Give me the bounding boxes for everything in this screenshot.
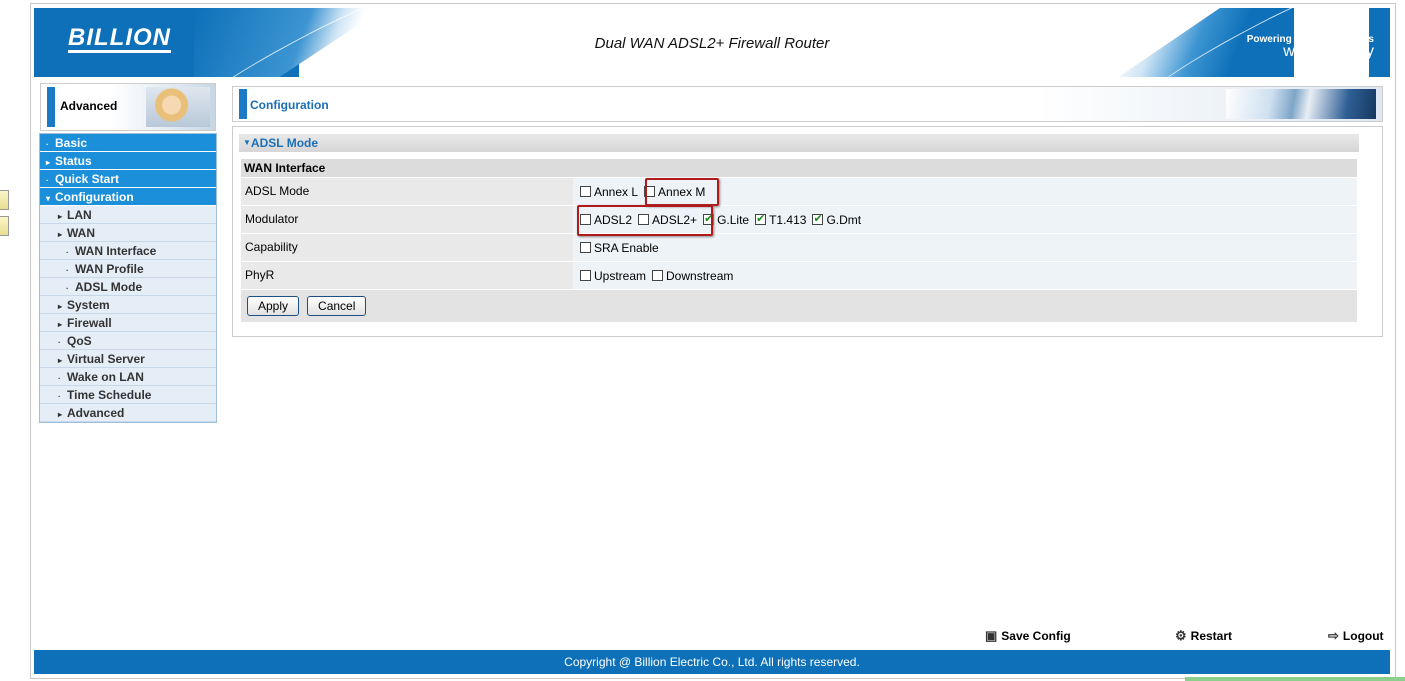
annex-m-highlight <box>645 178 719 206</box>
row-label: Capability <box>241 234 573 261</box>
apply-button[interactable]: Apply <box>247 296 300 316</box>
option-g-dmt[interactable]: G.Dmt <box>812 212 862 227</box>
save-config-link[interactable]: ▣ Save Config <box>985 628 1071 644</box>
sidebar-item-time-schedule[interactable]: · Time Schedule <box>40 386 216 404</box>
capability-options: SRA Enable <box>573 234 1357 261</box>
checkbox[interactable] <box>580 186 591 197</box>
row-label: Modulator <box>241 206 573 233</box>
adsl2-highlight <box>577 205 713 236</box>
collapsed-arrow-icon: ▸ <box>58 410 63 419</box>
page-header: Configuration <box>232 86 1383 122</box>
row-label: PhyR <box>241 262 573 289</box>
sidebar-item-configuration[interactable]: ▾ Configuration <box>40 188 216 206</box>
sidebar-item-label: WAN Interface <box>75 244 157 258</box>
row-label: ADSL Mode <box>241 178 573 205</box>
sidebar-item-label: Configuration <box>55 190 134 204</box>
expanded-arrow-icon: ▾ <box>46 194 51 203</box>
checkbox[interactable] <box>652 270 664 281</box>
top-banner: BILLION Dual WAN ADSL2+ Firewall Router … <box>34 8 1390 77</box>
row-phyr: PhyR Upstream Downstream <box>241 262 1357 290</box>
sidebar-item-label: ADSL Mode <box>75 280 143 294</box>
adsl-mode-table: WAN Interface ADSL Mode Annex L Annex M M… <box>241 159 1357 322</box>
taskbar-strip <box>1185 677 1405 681</box>
restart-icon: ⚙ <box>1175 628 1187 643</box>
option-sra-enable[interactable]: SRA Enable <box>580 241 659 255</box>
sidebar-item-label: Quick Start <box>55 172 120 186</box>
header-photo <box>1226 89 1376 119</box>
sidebar-item-label: Firewall <box>67 316 112 330</box>
sidebar-nav: · Basic ▸ Status · Quick Start ▾ Configuration ▸… <box>39 133 217 423</box>
sidebar-item-virtual-server[interactable]: ▸ Virtual Server <box>40 350 216 368</box>
slogan: Powering communications with Security <box>1246 34 1374 60</box>
cancel-button[interactable]: Cancel <box>307 296 367 316</box>
banner-photo <box>146 87 210 127</box>
side-tab-icon[interactable] <box>0 190 10 236</box>
sidebar-item-advanced[interactable]: ▸ Advanced <box>40 404 216 422</box>
option-label: SRA Enable <box>594 240 659 255</box>
option-label: G.Lite <box>717 212 750 227</box>
sidebar-item-label: System <box>67 298 110 312</box>
router-title: Dual WAN ADSL2+ Firewall Router <box>594 35 830 52</box>
sidebar-item-qos[interactable]: · QoS <box>40 332 216 350</box>
section-title[interactable]: ▼ADSL Mode <box>239 134 1359 152</box>
sidebar-item-wan-profile[interactable]: · WAN Profile <box>40 260 216 278</box>
sidebar-item-wan[interactable]: ▸ WAN <box>40 224 216 242</box>
row-adsl-mode: ADSL Mode Annex L Annex M <box>241 178 1357 206</box>
row-capability: Capability SRA Enable <box>241 234 1357 262</box>
sidebar-item-label: Time Schedule <box>67 388 152 402</box>
option-label: T1.413 <box>769 212 807 227</box>
sidebar-item-quick-start[interactable]: · Quick Start <box>40 170 216 188</box>
sidebar-item-label: Basic <box>55 136 88 150</box>
option-annex-l[interactable]: Annex L <box>580 185 638 199</box>
mode-label: Advanced <box>60 99 118 113</box>
sidebar-item-wan-interface[interactable]: · WAN Interface <box>40 242 216 260</box>
sidebar-item-lan[interactable]: ▸ LAN <box>40 206 216 224</box>
checkbox[interactable] <box>812 212 824 225</box>
sidebar-item-wake-on-lan[interactable]: · Wake on LAN <box>40 368 216 386</box>
sidebar-item-status[interactable]: ▸ Status <box>40 152 216 170</box>
copyright-footer: Copyright @ Billion Electric Co., Ltd. A… <box>34 650 1390 674</box>
sidebar-item-label: Status <box>55 154 92 168</box>
sidebar-item-label: Virtual Server <box>67 352 145 366</box>
sidebar-item-basic[interactable]: · Basic <box>40 134 216 152</box>
sidebar-item-label: Wake on LAN <box>67 370 144 384</box>
checkbox[interactable] <box>755 212 767 225</box>
option-label: G.Dmt <box>826 212 862 227</box>
sidebar-item-label: QoS <box>67 334 92 348</box>
option-label: Upstream <box>594 268 647 283</box>
button-row: Apply Cancel <box>241 290 1357 322</box>
checkbox[interactable] <box>580 270 591 281</box>
sidebar-item-label: WAN <box>67 226 95 240</box>
group-header: WAN Interface <box>241 159 1357 178</box>
option-t1-413[interactable]: T1.413 <box>755 212 807 227</box>
option-downstream[interactable]: Downstream <box>652 269 733 283</box>
option-upstream[interactable]: Upstream <box>580 269 646 283</box>
page-title: Configuration <box>250 98 329 112</box>
floppy-disk-icon: ▣ <box>985 628 998 643</box>
sidebar-item-label: LAN <box>67 208 92 222</box>
option-label: Annex L <box>594 184 639 199</box>
collapse-arrow-icon: ▼ <box>243 138 251 147</box>
sidebar-item-adsl-mode[interactable]: · ADSL Mode <box>40 278 216 296</box>
sidebar-item-label: Advanced <box>67 406 125 420</box>
sidebar-item-firewall[interactable]: ▸ Firewall <box>40 314 216 332</box>
checkbox[interactable] <box>580 242 591 253</box>
phyr-options: Upstream Downstream <box>573 262 1357 289</box>
restart-link[interactable]: ⚙ Restart <box>1175 628 1232 644</box>
row-modulator: Modulator ADSL2ADSL2+G.LiteT1.413G.Dmt <box>241 206 1357 234</box>
sidebar-item-label: WAN Profile <box>75 262 144 276</box>
logout-link[interactable]: ⇨ Logout <box>1328 628 1384 644</box>
logout-door-icon: ⇨ <box>1328 628 1339 643</box>
mode-banner: Advanced <box>40 83 216 131</box>
sidebar-item-system[interactable]: ▸ System <box>40 296 216 314</box>
option-label: Downstream <box>666 268 734 283</box>
